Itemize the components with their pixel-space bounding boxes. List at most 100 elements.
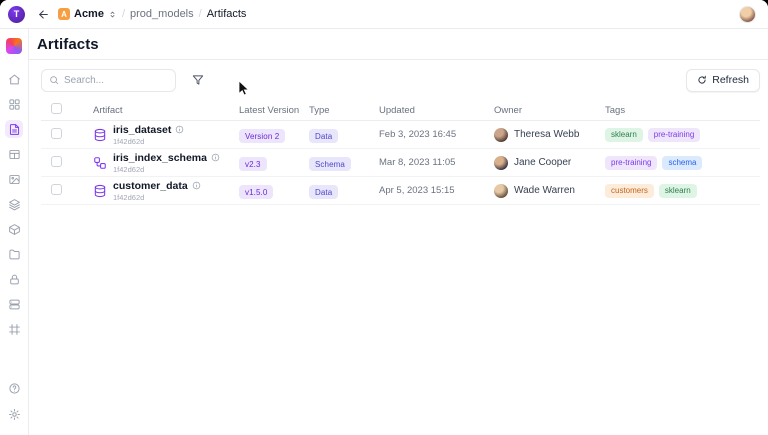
type-badge: Data bbox=[309, 129, 338, 143]
updated-timestamp: Mar 8, 2023 11:05 bbox=[379, 157, 494, 168]
database-icon bbox=[93, 128, 107, 142]
breadcrumb-separator: / bbox=[122, 8, 125, 20]
sidebar-item-frames[interactable] bbox=[5, 320, 23, 338]
artifact-name[interactable]: iris_index_schema bbox=[113, 152, 207, 164]
frame-icon bbox=[8, 323, 21, 336]
owner-name: Wade Warren bbox=[514, 185, 575, 196]
schema-icon bbox=[93, 156, 107, 170]
app-logo: T bbox=[8, 6, 25, 23]
server-icon bbox=[8, 298, 21, 311]
table-row[interactable]: customer_data 1f42d62d v1.5.0 Data Apr 5… bbox=[41, 177, 760, 205]
owner-name: Jane Cooper bbox=[514, 157, 571, 168]
sidebar-bottom bbox=[5, 379, 23, 423]
artifacts-table: Artifact Latest Version Type Updated Own… bbox=[41, 100, 760, 205]
breadcrumb-current: Artifacts bbox=[207, 8, 247, 20]
folder-icon bbox=[8, 248, 21, 261]
table-header: Artifact Latest Version Type Updated Own… bbox=[41, 100, 760, 121]
tag[interactable]: customers bbox=[605, 184, 654, 198]
artifact-hash: 1f42d62d bbox=[113, 165, 220, 174]
app-window: T A Acme / prod_models / Artifacts bbox=[0, 0, 768, 435]
back-button[interactable] bbox=[34, 5, 52, 23]
updated-timestamp: Apr 5, 2023 15:15 bbox=[379, 185, 494, 196]
org-switcher[interactable]: A Acme bbox=[58, 8, 117, 20]
breadcrumb-project[interactable]: prod_models bbox=[130, 8, 194, 20]
row-checkbox[interactable] bbox=[51, 156, 62, 167]
artifact-hash: 1f42d62d bbox=[113, 193, 201, 202]
sidebar-item-deployments[interactable] bbox=[5, 295, 23, 313]
column-header-owner[interactable]: Owner bbox=[494, 105, 605, 116]
sidebar-item-tables[interactable] bbox=[5, 145, 23, 163]
breadcrumb-separator: / bbox=[199, 8, 202, 20]
topbar: T A Acme / prod_models / Artifacts bbox=[0, 0, 768, 29]
owner-name: Theresa Webb bbox=[514, 129, 579, 140]
tag[interactable]: schema bbox=[662, 156, 702, 170]
sidebar-nav bbox=[5, 70, 23, 338]
sidebar-item-media[interactable] bbox=[5, 170, 23, 188]
column-header-updated[interactable]: Updated bbox=[379, 105, 494, 116]
table-row[interactable]: iris_dataset 1f42d62d Version 2 Data Feb… bbox=[41, 121, 760, 149]
column-header-type[interactable]: Type bbox=[309, 105, 379, 116]
database-icon bbox=[93, 184, 107, 198]
refresh-button[interactable]: Refresh bbox=[686, 69, 760, 92]
sidebar-item-home[interactable] bbox=[5, 70, 23, 88]
filter-button[interactable] bbox=[189, 71, 207, 89]
owner-avatar bbox=[494, 128, 508, 142]
tag[interactable]: pre-training bbox=[605, 156, 657, 170]
owner-avatar bbox=[494, 184, 508, 198]
tag[interactable]: sklearn bbox=[659, 184, 697, 198]
sidebar-item-settings[interactable] bbox=[5, 405, 23, 423]
row-checkbox[interactable] bbox=[51, 184, 62, 195]
help-icon bbox=[8, 382, 21, 395]
artifact-name[interactable]: customer_data bbox=[113, 180, 188, 192]
info-icon[interactable] bbox=[211, 153, 220, 162]
sidebar bbox=[0, 29, 29, 435]
version-badge: Version 2 bbox=[239, 129, 285, 143]
package-icon bbox=[8, 223, 21, 236]
arrow-left-icon bbox=[37, 8, 50, 21]
org-avatar: A bbox=[58, 8, 70, 20]
sidebar-item-artifacts[interactable] bbox=[5, 120, 23, 138]
search-box[interactable] bbox=[41, 69, 176, 92]
table-icon bbox=[8, 148, 21, 161]
column-header-artifact[interactable]: Artifact bbox=[93, 105, 239, 116]
filter-icon bbox=[191, 73, 205, 87]
page-title: Artifacts bbox=[37, 36, 99, 53]
widgets-icon bbox=[8, 98, 21, 111]
artifact-name[interactable]: iris_dataset bbox=[113, 124, 171, 136]
table-row[interactable]: iris_index_schema 1f42d62d v2.3 Schema M… bbox=[41, 149, 760, 177]
artifacts-icon bbox=[8, 123, 21, 136]
sidebar-item-widgets[interactable] bbox=[5, 95, 23, 113]
column-header-version[interactable]: Latest Version bbox=[239, 105, 309, 116]
org-name: Acme bbox=[74, 8, 104, 20]
column-header-tags[interactable]: Tags bbox=[605, 105, 760, 116]
sidebar-item-secrets[interactable] bbox=[5, 270, 23, 288]
user-avatar[interactable] bbox=[739, 6, 756, 23]
search-input[interactable] bbox=[64, 75, 168, 86]
sidebar-item-layers[interactable] bbox=[5, 195, 23, 213]
type-badge: Data bbox=[309, 185, 338, 199]
main-content: Artifacts Refresh Artifact bbox=[29, 29, 768, 435]
refresh-icon bbox=[697, 75, 707, 85]
sidebar-item-packages[interactable] bbox=[5, 220, 23, 238]
layers-icon bbox=[8, 198, 21, 211]
lock-icon bbox=[8, 273, 21, 286]
type-badge: Schema bbox=[309, 157, 351, 171]
settings-icon bbox=[8, 408, 21, 421]
sidebar-item-help[interactable] bbox=[5, 379, 23, 397]
chevron-sort-icon bbox=[108, 10, 117, 19]
owner-avatar bbox=[494, 156, 508, 170]
row-checkbox[interactable] bbox=[51, 128, 62, 139]
workspace-icon[interactable] bbox=[6, 38, 22, 54]
artifact-hash: 1f42d62d bbox=[113, 137, 184, 146]
select-all-checkbox[interactable] bbox=[51, 103, 62, 114]
toolbar: Refresh bbox=[29, 60, 768, 100]
tag[interactable]: pre-training bbox=[648, 128, 700, 142]
tag[interactable]: sklearn bbox=[605, 128, 643, 142]
info-icon[interactable] bbox=[175, 125, 184, 134]
version-badge: v2.3 bbox=[239, 157, 267, 171]
updated-timestamp: Feb 3, 2023 16:45 bbox=[379, 129, 494, 140]
sidebar-item-files[interactable] bbox=[5, 245, 23, 263]
home-icon bbox=[8, 73, 21, 86]
page-header: Artifacts bbox=[29, 29, 768, 60]
info-icon[interactable] bbox=[192, 181, 201, 190]
